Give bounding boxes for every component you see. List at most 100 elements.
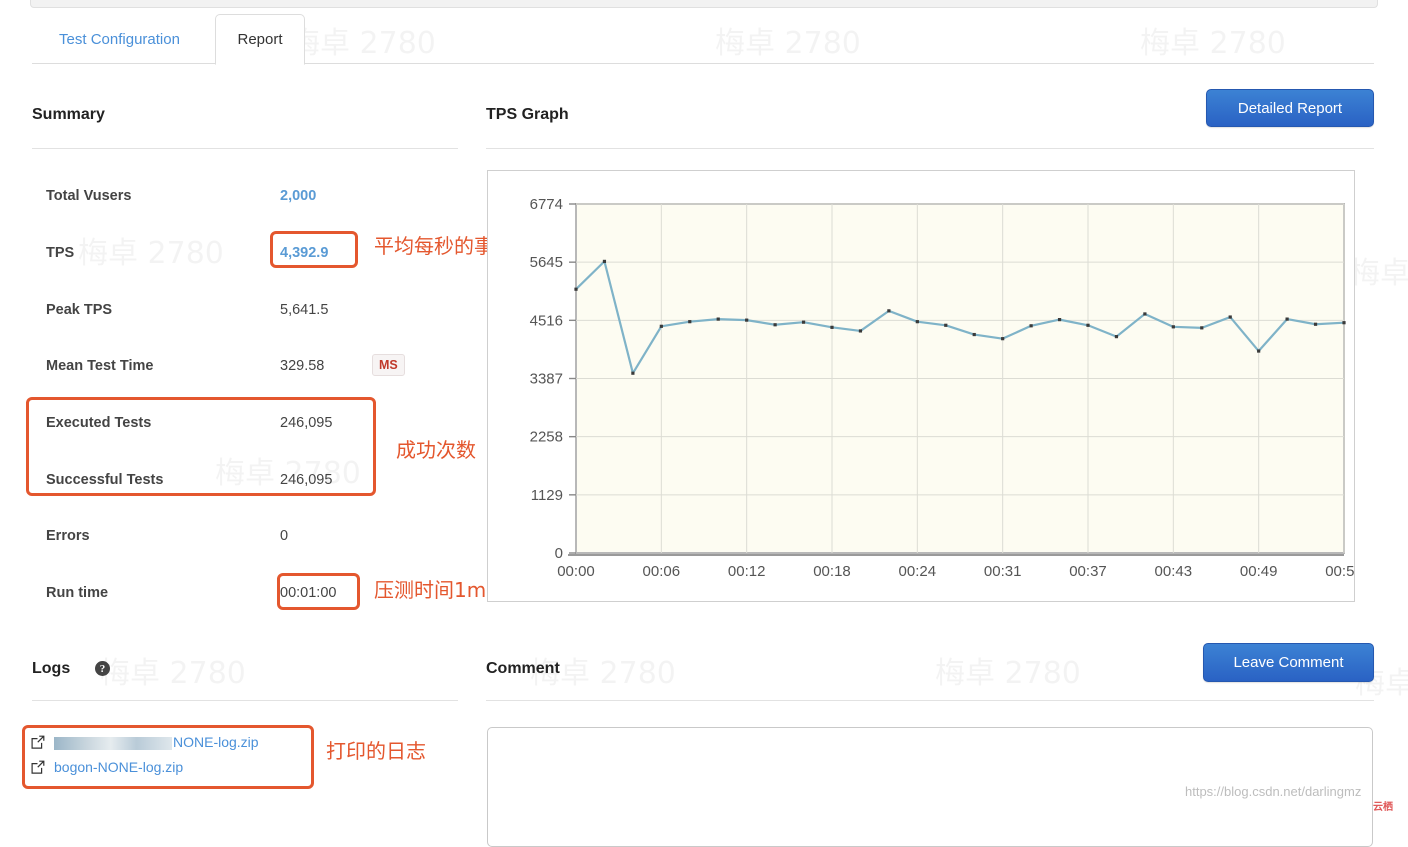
summary-row: Errors 0 — [32, 528, 462, 556]
chart-data-point — [602, 259, 607, 263]
summary-row: Successful Tests 246,095 — [32, 472, 462, 500]
chart-ytick-label: 4516 — [530, 312, 563, 329]
chart-data-point — [1285, 317, 1289, 321]
chart-xtick-label: 00:43 — [1155, 563, 1193, 580]
chart-data-point — [574, 287, 578, 291]
tab-report[interactable]: Report — [215, 14, 305, 65]
unit-badge: MS — [372, 354, 405, 376]
summary-row-label: Executed Tests — [46, 415, 152, 431]
comment-input[interactable] — [487, 727, 1373, 847]
chart-data-point — [801, 320, 806, 324]
chart-xtick-label: 00:24 — [899, 563, 937, 580]
log-file-link[interactable]: NONE-log.zip — [30, 730, 259, 754]
chart-xtick-label: 00:06 — [643, 563, 681, 580]
chart-data-point — [1143, 312, 1147, 316]
logs-divider — [32, 700, 458, 701]
summary-row-value: 2,000 — [280, 188, 317, 204]
chart-data-point — [887, 309, 891, 313]
chart-data-point — [944, 323, 948, 327]
chart-data-point — [1114, 335, 1119, 339]
summary-row-label: Errors — [46, 528, 90, 544]
summary-divider — [32, 148, 458, 149]
chart-ytick-label: 0 — [555, 545, 563, 562]
chart-data-point — [972, 332, 976, 337]
chart-data-point — [716, 317, 720, 321]
chart-xtick-label: 00:18 — [813, 563, 851, 580]
summary-row-label: Successful Tests — [46, 472, 164, 488]
watermark-tile: 梅卓 2780 — [100, 648, 246, 692]
chart-ytick-label: 5645 — [530, 254, 563, 271]
summary-row-label: Total Vusers — [46, 188, 132, 204]
comment-heading: Comment — [486, 660, 560, 677]
annotation-text-runtime: 压测时间1min — [374, 578, 505, 602]
tps-graph-heading: TPS Graph — [486, 106, 569, 123]
summary-row-value: 329.58 — [280, 358, 325, 374]
chart-data-point — [1086, 323, 1090, 327]
chart-xtick-label: 00:37 — [1069, 563, 1107, 580]
tps-chart-svg: 0 1129 2258 3387 4516 5645 6774 00:00 00:06 00:12… — [530, 196, 1354, 580]
summary-row-value: 246,095 — [280, 472, 333, 488]
site-logo-watermark: 云栖 — [1373, 802, 1393, 813]
chart-data-point — [773, 323, 777, 327]
redacted-text — [54, 736, 172, 750]
tps-graph-divider — [486, 148, 1374, 149]
chart-data-point — [858, 329, 863, 333]
log-file-label: NONE-log.zip — [173, 734, 259, 750]
chart-data-point — [1342, 321, 1346, 325]
chart-data-point — [915, 320, 919, 324]
log-file-link[interactable]: bogon-NONE-log.zip — [30, 755, 183, 779]
summary-row: Peak TPS 5,641.5 — [32, 302, 462, 330]
log-file-label: bogon-NONE-log.zip — [54, 759, 184, 775]
summary-row-value: 00:01:00 — [280, 585, 337, 601]
chart-xtick-label: 00:12 — [728, 563, 766, 580]
annotation-text-tests: 成功次数 — [396, 438, 476, 462]
help-icon[interactable]: ? — [95, 661, 110, 676]
tab-test-configuration[interactable]: Test Configuration — [32, 14, 207, 64]
summary-heading: Summary — [32, 106, 105, 123]
external-link-icon — [31, 760, 45, 774]
summary-row-value: 4,392.9 — [280, 245, 329, 261]
log-file-name: NONE-log.zip — [54, 734, 259, 750]
tps-chart: 0 1129 2258 3387 4516 5645 6774 00:00 00:06 00:12… — [487, 170, 1355, 602]
chart-xtick-label: 00:49 — [1240, 563, 1278, 580]
chart-data-point — [1029, 324, 1033, 328]
chart-ytick-label: 6774 — [530, 196, 563, 213]
external-link-icon — [31, 735, 45, 749]
watermark-tile: 梅卓 2780 — [1350, 248, 1408, 292]
chart-data-point — [745, 318, 749, 322]
chart-data-point — [1257, 349, 1261, 353]
chart-data-point — [1200, 326, 1204, 330]
window-top-strip — [30, 0, 1378, 8]
chart-xtick-label: 00:31 — [984, 563, 1022, 580]
chart-xtick-label: 00:00 — [557, 563, 595, 580]
summary-row-label: Peak TPS — [46, 302, 113, 318]
chart-ytick-label: 1129 — [531, 487, 563, 504]
chart-data-point — [1313, 322, 1318, 326]
comment-divider — [486, 700, 1374, 701]
annotation-text-logs: 打印的日志 — [326, 739, 426, 763]
summary-row-value: 5,641.5 — [280, 302, 329, 318]
summary-row-value: 246,095 — [280, 415, 333, 431]
chart-ytick-label: 3387 — [530, 371, 563, 388]
chart-data-point — [830, 325, 834, 329]
chart-xtick-label: 00:56 — [1325, 563, 1354, 580]
chart-data-point — [688, 320, 692, 324]
summary-row-label: TPS — [46, 245, 75, 261]
chart-data-point — [1171, 325, 1175, 329]
tab-bar: Test Configuration Report — [32, 14, 1374, 65]
summary-row-label: Run time — [46, 585, 109, 601]
chart-ytick-label: 2258 — [530, 429, 563, 446]
summary-row: Mean Test Time 329.58 MS — [32, 354, 462, 386]
logs-heading: Logs — [32, 660, 71, 677]
detailed-report-button[interactable]: Detailed Report — [1206, 89, 1374, 127]
summary-row: Total Vusers 2,000 — [32, 188, 462, 216]
summary-row-label: Mean Test Time — [46, 358, 154, 374]
chart-data-point — [631, 371, 635, 375]
leave-comment-button[interactable]: Leave Comment — [1203, 643, 1374, 682]
chart-data-point — [1057, 318, 1062, 322]
log-file-name: bogon-NONE-log.zip — [54, 759, 183, 775]
summary-row-value: 0 — [280, 528, 289, 544]
chart-data-point — [1001, 337, 1005, 341]
watermark-tile: 梅卓 2780 — [935, 648, 1081, 692]
chart-data-point — [659, 324, 663, 328]
